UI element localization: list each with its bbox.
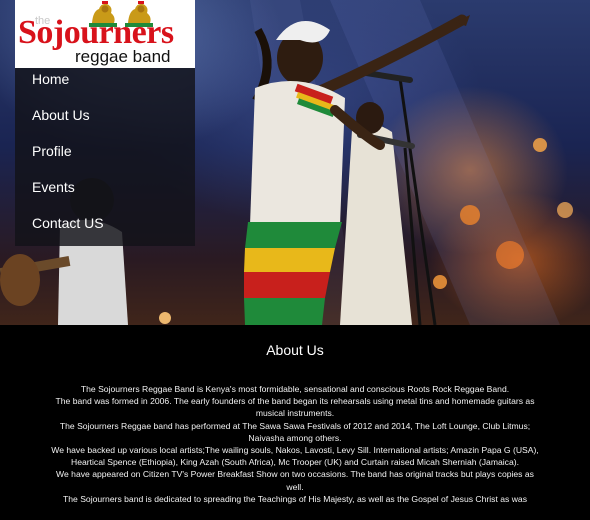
nav-profile[interactable]: Profile <box>32 143 72 159</box>
main-nav: Home About Us Profile Events Contact US <box>15 60 195 246</box>
site-logo[interactable]: the Sojourners reggae band <box>15 0 195 68</box>
about-paragraph: We have appeared on Citizen TV's Power B… <box>56 469 534 492</box>
nav-events[interactable]: Events <box>32 179 75 195</box>
about-paragraph: We have backed up various local artists;… <box>51 445 539 468</box>
about-paragraph: The Sojourners Reggae band has performed… <box>59 420 531 443</box>
page: the Sojourners reggae band Home About Us… <box>0 0 590 520</box>
nav-home[interactable]: Home <box>32 71 69 87</box>
about-paragraph: The Sojourners band is dedicated to spre… <box>63 493 527 504</box>
logo-subtitle: reggae band <box>75 47 171 66</box>
section-title: About Us <box>266 342 324 358</box>
logo-name: Sojourners <box>18 14 174 51</box>
about-section: About Us The Sojourners Reggae Band is K… <box>0 325 590 520</box>
about-paragraph: The Sojourners Reggae Band is Kenya's mo… <box>80 384 510 394</box>
nav-about-us[interactable]: About Us <box>32 107 90 123</box>
nav-contact-us[interactable]: Contact US <box>32 215 104 231</box>
about-text: The Sojourners Reggae Band is Kenya's mo… <box>48 383 542 505</box>
about-paragraph: The band was formed in 2006. The early f… <box>55 396 535 419</box>
